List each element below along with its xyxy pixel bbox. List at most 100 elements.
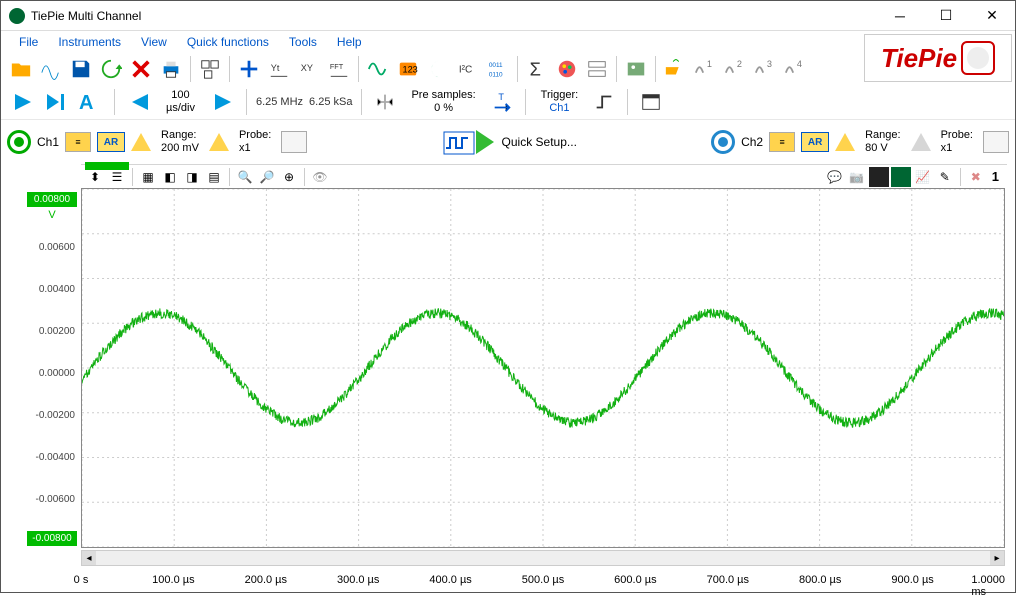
gt-grid-button[interactable]: ▦ bbox=[138, 167, 158, 187]
gt-comment-button[interactable]: 💬 bbox=[825, 167, 845, 187]
trace-tag[interactable] bbox=[85, 162, 129, 170]
export5-button[interactable]: 4 bbox=[781, 55, 809, 83]
x-tick: 0 s bbox=[74, 574, 89, 586]
export2-button[interactable]: 1 bbox=[691, 55, 719, 83]
x-axis: 0 s 100.0 µs 200.0 µs 300.0 µs 400.0 µs … bbox=[81, 566, 1005, 596]
ch2-range-down-button[interactable] bbox=[911, 133, 931, 151]
x-scrollbar[interactable]: ◂ ▸ bbox=[81, 550, 1005, 566]
timebase-slower-button[interactable] bbox=[124, 87, 154, 117]
ch2-probe-value: x1 bbox=[941, 142, 973, 155]
ch2-range-label: Range: bbox=[865, 129, 900, 142]
ch1-range-display[interactable]: Range: 200 mV bbox=[157, 129, 203, 155]
export3-button[interactable]: 2 bbox=[721, 55, 749, 83]
menu-tools[interactable]: Tools bbox=[281, 33, 325, 51]
x-tick: 1.0000 ms bbox=[971, 574, 1005, 598]
menu-file[interactable]: File bbox=[11, 33, 46, 51]
gt-camera-button[interactable]: 📷 bbox=[847, 167, 867, 187]
gt-dark1-button[interactable] bbox=[869, 167, 889, 187]
auto-button[interactable]: A bbox=[75, 87, 105, 117]
gt-dark2-button[interactable] bbox=[891, 167, 911, 187]
temp-button[interactable]: I²C bbox=[454, 55, 482, 83]
scroll-left-button[interactable]: ◂ bbox=[82, 551, 96, 565]
ch1-label: Ch1 bbox=[37, 135, 59, 149]
open-waveform-button[interactable] bbox=[37, 55, 65, 83]
yt-button[interactable]: Yt bbox=[265, 55, 293, 83]
gt-visibility-button[interactable]: 👁 bbox=[310, 167, 330, 187]
play-button[interactable] bbox=[7, 87, 37, 117]
y-tick: -0.00600 bbox=[36, 494, 75, 505]
window-title: TiePie Multi Channel bbox=[31, 9, 141, 23]
sum-button[interactable]: Σ bbox=[523, 55, 551, 83]
brand-logo: TiePie bbox=[864, 34, 1012, 82]
fft-button[interactable]: FFT bbox=[325, 55, 353, 83]
gt-zoom-fit-button[interactable]: ⊕ bbox=[279, 167, 299, 187]
ch2-menu-button[interactable] bbox=[983, 131, 1009, 153]
print-button[interactable] bbox=[157, 55, 185, 83]
trigger-edge-button[interactable] bbox=[590, 88, 618, 116]
svg-text:Σ: Σ bbox=[530, 58, 541, 79]
ch2-range-display[interactable]: Range: 80 V bbox=[861, 129, 904, 155]
gt-edit-button[interactable]: ✎ bbox=[935, 167, 955, 187]
export4-button[interactable]: 3 bbox=[751, 55, 779, 83]
trigger-display[interactable]: Trigger: Ch1 bbox=[535, 89, 585, 115]
ch1-range-up-button[interactable] bbox=[131, 133, 151, 151]
gt-display2-button[interactable]: ◨ bbox=[182, 167, 202, 187]
sample-freq[interactable]: 6.25 MHz bbox=[256, 96, 303, 108]
layout-button[interactable] bbox=[196, 55, 224, 83]
ch1-probe-display[interactable]: Probe: x1 bbox=[235, 129, 275, 155]
play-once-button[interactable] bbox=[41, 87, 71, 117]
ch1-probe-label: Probe: bbox=[239, 129, 271, 142]
ch2-range-up-button[interactable] bbox=[835, 133, 855, 151]
open-button[interactable] bbox=[7, 55, 35, 83]
gt-graph-button[interactable]: 📈 bbox=[913, 167, 933, 187]
save-button[interactable] bbox=[67, 55, 95, 83]
ch1-autorange-button[interactable]: AR bbox=[97, 132, 125, 152]
signal-button[interactable] bbox=[364, 55, 392, 83]
ch2-coupling-button[interactable]: ≡ bbox=[769, 132, 795, 152]
quick-setup-button[interactable]: Quick Setup... bbox=[442, 124, 577, 160]
maximize-button[interactable]: ☐ bbox=[923, 1, 969, 31]
minimize-button[interactable]: ─ bbox=[877, 1, 923, 31]
ch2-autorange-button[interactable]: AR bbox=[801, 132, 829, 152]
gt-display3-button[interactable]: ▤ bbox=[204, 167, 224, 187]
reload-button[interactable] bbox=[97, 55, 125, 83]
scroll-right-button[interactable]: ▸ bbox=[990, 551, 1004, 565]
record-length-button[interactable] bbox=[371, 88, 399, 116]
timebase-faster-button[interactable] bbox=[207, 87, 237, 117]
img-button[interactable] bbox=[622, 55, 650, 83]
gt-display1-button[interactable]: ◧ bbox=[160, 167, 180, 187]
params-button[interactable] bbox=[583, 55, 611, 83]
timebase-display[interactable]: 100 µs/div bbox=[160, 89, 201, 115]
cursor-button[interactable] bbox=[235, 55, 263, 83]
svg-text:123: 123 bbox=[403, 65, 418, 75]
ch2-enable-button[interactable] bbox=[711, 130, 735, 154]
export1-button[interactable] bbox=[661, 55, 689, 83]
y-tick: 0.00600 bbox=[39, 242, 75, 253]
ch2-probe-display[interactable]: Probe: x1 bbox=[937, 129, 977, 155]
menu-view[interactable]: View bbox=[133, 33, 175, 51]
palette-button[interactable] bbox=[553, 55, 581, 83]
menu-quick-functions[interactable]: Quick functions bbox=[179, 33, 277, 51]
xy-button[interactable]: XY bbox=[295, 55, 323, 83]
meter-button[interactable]: 123 bbox=[394, 55, 422, 83]
binary-button[interactable]: 00110110 bbox=[484, 55, 512, 83]
menu-help[interactable]: Help bbox=[329, 33, 370, 51]
menu-instruments[interactable]: Instruments bbox=[50, 33, 129, 51]
crescent-button[interactable] bbox=[424, 55, 452, 83]
settings-window-button[interactable] bbox=[637, 88, 665, 116]
presamples-label: Pre samples: bbox=[411, 89, 475, 102]
ch1-range-down-button[interactable] bbox=[209, 133, 229, 151]
ch1-coupling-button[interactable]: ≡ bbox=[65, 132, 91, 152]
gt-zoom-in-button[interactable]: 🔍 bbox=[235, 167, 255, 187]
close-button[interactable]: ✕ bbox=[969, 1, 1015, 31]
sample-count[interactable]: 6.25 kSa bbox=[309, 96, 352, 108]
x-tick: 300.0 µs bbox=[337, 574, 379, 586]
presamples-display[interactable]: Pre samples: 0 % bbox=[405, 89, 481, 115]
ch1-enable-button[interactable] bbox=[7, 130, 31, 154]
oscilloscope-plot[interactable] bbox=[81, 188, 1005, 548]
ch1-menu-button[interactable] bbox=[281, 131, 307, 153]
delete-button[interactable] bbox=[127, 55, 155, 83]
trigger-pos-button[interactable]: T bbox=[488, 88, 516, 116]
gt-zoom-out-button[interactable]: 🔎 bbox=[257, 167, 277, 187]
gt-remove-button[interactable]: ✖ bbox=[966, 167, 986, 187]
